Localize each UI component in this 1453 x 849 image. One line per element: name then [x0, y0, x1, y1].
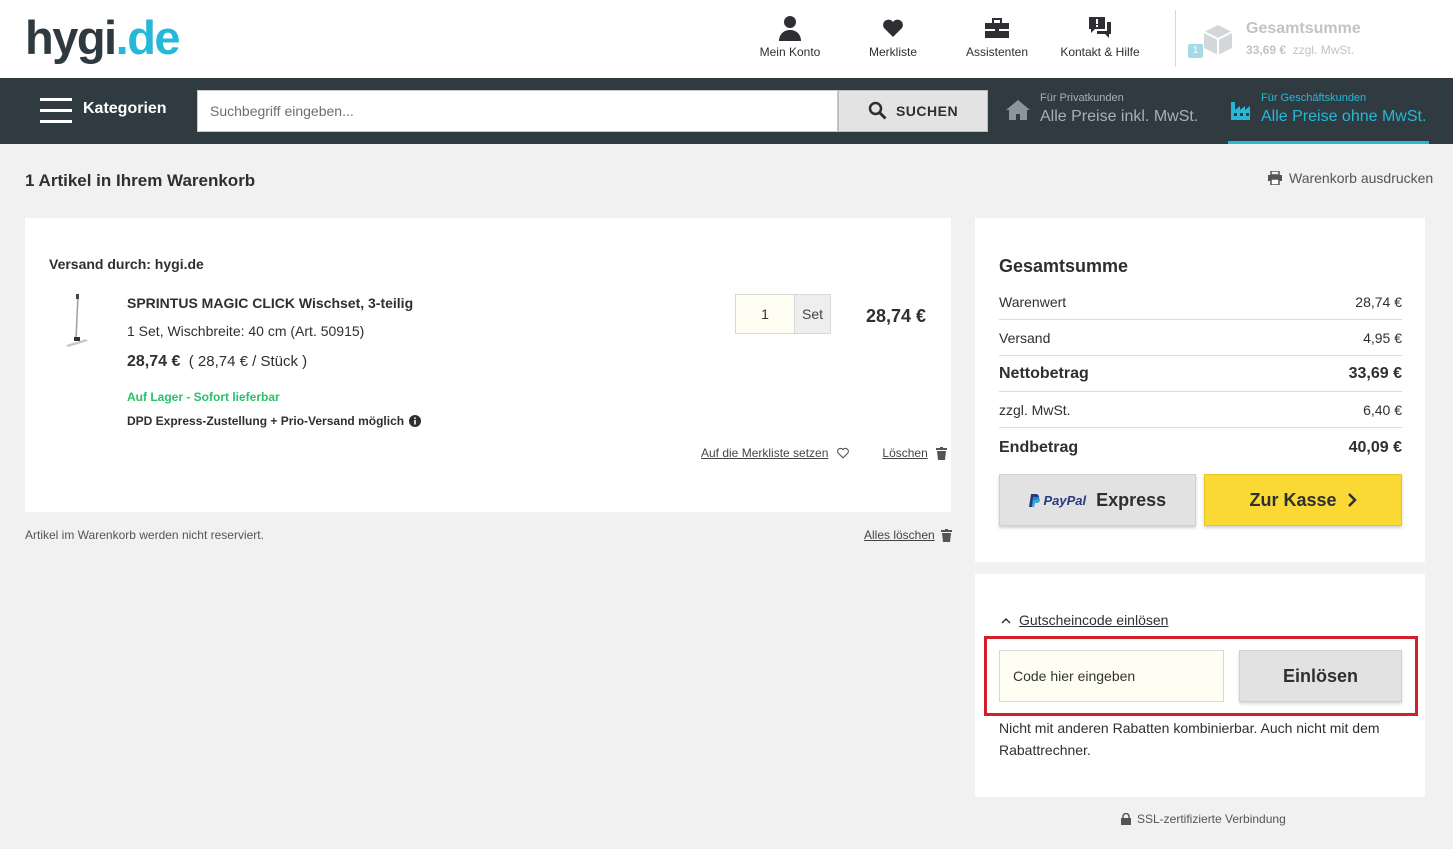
trash-icon[interactable] [940, 528, 952, 542]
shipping-by: Versand durch: hygi.de [49, 256, 204, 272]
info-icon[interactable] [409, 415, 422, 427]
private-customers-prices: Alle Preise inkl. MwSt. [1040, 108, 1199, 125]
user-icon [779, 16, 801, 41]
delete-item-link[interactable]: Löschen [882, 446, 927, 460]
row-label: Warenwert [999, 293, 1067, 310]
order-summary: Gesamtsumme Warenwert 28,74 € Versand 4,95… [975, 218, 1425, 562]
private-customers-label: Für Privatkunden [1040, 92, 1124, 104]
paypal-express-button[interactable]: PayPal Express [999, 474, 1196, 526]
heart-outline-icon[interactable] [836, 447, 850, 459]
summary-row-vat: zzgl. MwSt. 6,40 € [999, 392, 1402, 428]
nav-label: Merkliste [868, 45, 917, 59]
categories-label[interactable]: Kategorien [83, 100, 167, 118]
logo[interactable]: hygi.de [25, 13, 181, 63]
chat-icon [1089, 17, 1111, 38]
home-icon [1006, 100, 1030, 120]
add-to-wishlist-link[interactable]: Auf die Merkliste setzen [701, 446, 828, 460]
summary-row-total: Endbetrag 40,09 € [999, 430, 1402, 466]
nav-assistants[interactable]: Assistenten [958, 14, 1036, 64]
page-title: 1 Artikel in Ihrem Warenkorb [25, 171, 256, 190]
stock-status: Auf Lager - Sofort lieferbar [127, 390, 280, 404]
top-bar: hygi.de Mein Konto Merkliste Assistenten… [0, 0, 1453, 78]
search-input[interactable] [197, 90, 838, 132]
chevron-right-icon [1347, 493, 1357, 507]
print-cart-label: Warenkorb ausdrucken [1289, 170, 1434, 186]
paypal-express-label: Express [1096, 489, 1167, 510]
nav-bar: Kategorien SUCHEN Für Privatkunden Alle … [0, 78, 1453, 144]
paypal-icon [1028, 493, 1040, 507]
coupon-toggle-label[interactable]: Gutscheincode einlösen [1019, 612, 1168, 628]
unit-price: ( 28,74 € / Stück ) [188, 353, 308, 370]
cart-amount: 33,69 € [1246, 43, 1287, 57]
row-value: 4,95 € [1363, 329, 1402, 346]
business-customers-prices: Alle Preise ohne MwSt. [1261, 108, 1427, 125]
ssl-badge: SSL-zertifizierte Verbindung [1121, 812, 1286, 826]
quantity-unit: Set [794, 294, 831, 334]
coupon-code-input[interactable] [999, 650, 1224, 702]
row-value: 33,69 € [1348, 364, 1402, 382]
product-image[interactable] [60, 293, 90, 353]
row-value: 6,40 € [1363, 401, 1402, 418]
summary-row-shipping: Versand 4,95 € [999, 320, 1402, 356]
trash-icon[interactable] [935, 446, 947, 460]
nav-label: Mein Konto [759, 45, 821, 59]
nav-my-account[interactable]: Mein Konto [752, 14, 828, 64]
delivery-info: DPD Express-Zustellung + Prio-Versand mö… [127, 414, 422, 428]
summary-row-net: Nettobetrag 33,69 € [999, 356, 1402, 392]
coupon-toggle[interactable]: Gutscheincode einlösen [1001, 612, 1168, 628]
price: 28,74 € [127, 353, 181, 370]
summary-row-goods: Warenwert 28,74 € [999, 284, 1402, 320]
search-icon [868, 101, 887, 120]
nav-label: Assistenten [965, 45, 1029, 59]
product-name[interactable]: SPRINTUS MAGIC CLICK Wischset, 3-teilig [127, 295, 413, 311]
search-button-label: SUCHEN [895, 103, 959, 119]
cart-item-card: Versand durch: hygi.de SPRINTUS MAGIC CL… [25, 218, 951, 512]
search-button[interactable]: SUCHEN [838, 90, 988, 132]
chevron-up-icon [1001, 617, 1011, 624]
business-customers-label: Für Geschäftskunden [1261, 92, 1367, 104]
product-detail: 1 Set, Wischbreite: 40 cm (Art. 50915) [127, 323, 365, 339]
row-label: Endbetrag [999, 439, 1079, 456]
print-cart-link[interactable]: Warenkorb ausdrucken [1267, 170, 1433, 186]
heart-icon [883, 19, 903, 37]
reservation-note: Artikel im Warenkorb werden nicht reserv… [25, 528, 264, 542]
menu-icon[interactable] [40, 98, 72, 124]
row-label: Nettobetrag [999, 364, 1089, 382]
private-customers-toggle[interactable]: Für Privatkunden Alle Preise inkl. MwSt. [1005, 90, 1215, 132]
toolbox-icon [985, 18, 1009, 38]
product-price: 28,74 € ( 28,74 € / Stück ) [127, 353, 307, 371]
nav-wishlist[interactable]: Merkliste [855, 14, 931, 64]
line-total: 28,74 € [866, 306, 927, 326]
item-actions: Auf die Merkliste setzen Löschen [701, 446, 947, 460]
cart-tax-note: zzgl. MwSt. [1292, 43, 1355, 57]
row-value: 40,09 € [1348, 439, 1402, 456]
mini-cart[interactable]: 1 Gesamtsumme 33,69 € zzgl. MwSt. [1175, 10, 1445, 67]
redeem-button[interactable]: Einlösen [1239, 650, 1402, 702]
coupon-card: Gutscheincode einlösen Einlösen Nicht mi… [975, 574, 1425, 797]
cart-count-badge: 1 [1188, 44, 1203, 58]
summary-title: Gesamtsumme [999, 256, 1129, 276]
factory-icon [1231, 102, 1250, 120]
quantity-input[interactable] [735, 294, 795, 334]
paypal-logo: PayPal [1028, 492, 1087, 508]
row-value: 28,74 € [1355, 293, 1402, 310]
delivery-info-label: DPD Express-Zustellung + Prio-Versand mö… [127, 414, 405, 428]
cart-title: Gesamtsumme [1246, 20, 1361, 37]
business-customers-toggle[interactable]: Für Geschäftskunden Alle Preise ohne MwS… [1228, 78, 1429, 144]
nav-label: Kontakt & Hilfe [1060, 45, 1140, 59]
printer-icon [1268, 171, 1282, 185]
clear-cart[interactable]: Alles löschen [864, 528, 952, 542]
box-icon [1203, 25, 1233, 55]
checkout-button[interactable]: Zur Kasse [1204, 474, 1402, 526]
cart-summary: 33,69 € zzgl. MwSt. [1246, 43, 1354, 57]
nav-contact-help[interactable]: Kontakt & Hilfe [1055, 14, 1145, 64]
row-label: zzgl. MwSt. [999, 401, 1071, 418]
lock-icon [1121, 813, 1131, 825]
clear-cart-link[interactable]: Alles löschen [864, 528, 935, 542]
paypal-brand: PayPal [1043, 492, 1087, 508]
row-label: Versand [999, 329, 1051, 346]
ssl-label: SSL-zertifizierte Verbindung [1137, 812, 1286, 826]
coupon-note: Nicht mit anderen Rabatten kombinierbar.… [999, 720, 1380, 758]
checkout-label: Zur Kasse [1249, 489, 1337, 510]
